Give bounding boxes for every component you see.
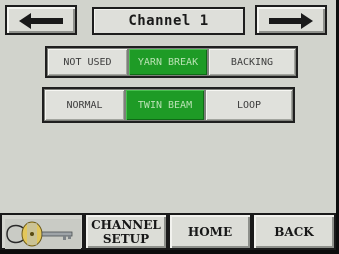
channel-setup-label-line2: SETUP bbox=[102, 231, 150, 246]
arrow-right-icon bbox=[269, 13, 313, 29]
key-icon bbox=[5, 219, 81, 249]
mode-option-group: NORMAL TWIN BEAM LOOP bbox=[42, 87, 295, 123]
option-backing[interactable]: BACKING bbox=[208, 48, 296, 76]
back-button[interactable]: BACK bbox=[252, 213, 336, 250]
option-not-used[interactable]: NOT USED bbox=[47, 48, 128, 76]
function-option-group: NOT USED YARN BREAK BACKING bbox=[45, 46, 298, 78]
home-button[interactable]: HOME bbox=[168, 213, 252, 250]
option-normal[interactable]: NORMAL bbox=[44, 89, 125, 121]
channel-setup-label-line1: CHANNEL bbox=[91, 217, 161, 232]
option-yarn-break[interactable]: YARN BREAK bbox=[128, 48, 208, 76]
prev-channel-button[interactable] bbox=[5, 5, 77, 35]
option-twin-beam[interactable]: TWIN BEAM bbox=[125, 89, 205, 121]
channel-setup-button[interactable]: CHANNEL SETUP bbox=[84, 213, 168, 250]
next-channel-button[interactable] bbox=[255, 5, 327, 35]
arrow-left-icon bbox=[19, 13, 63, 29]
access-key-button[interactable] bbox=[0, 213, 84, 250]
page-title: Channel 1 bbox=[92, 7, 245, 35]
option-loop[interactable]: LOOP bbox=[205, 89, 293, 121]
